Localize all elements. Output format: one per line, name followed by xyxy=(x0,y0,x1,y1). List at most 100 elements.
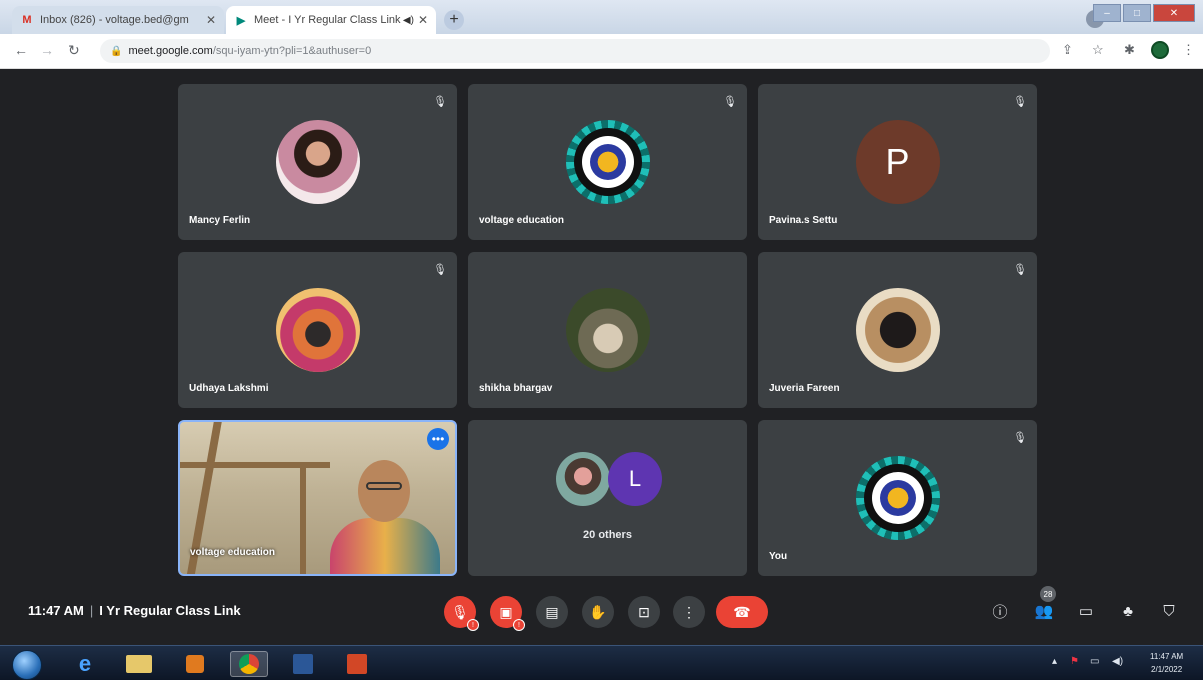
show-hidden-icons[interactable]: ▴ xyxy=(1052,656,1057,667)
share-icon[interactable]: ⇪ xyxy=(1062,42,1073,58)
voltage-logo-avatar xyxy=(855,456,940,540)
start-button[interactable] xyxy=(12,650,42,680)
media-player-icon[interactable] xyxy=(176,651,214,677)
network-icon[interactable]: ▭ xyxy=(1090,656,1099,667)
action-center-flag-icon[interactable]: ⚑ xyxy=(1070,656,1079,667)
participant-name: You xyxy=(769,551,788,562)
people-icon[interactable]: 👥 xyxy=(1033,600,1055,622)
address-bar[interactable]: 🔒 meet.google.com /squ-iyam-ytn?pli=1&au… xyxy=(100,39,1050,63)
tab-title: Inbox (826) - voltage.bed@gm xyxy=(40,14,189,26)
mic-off-icon: 🎙 xyxy=(451,603,469,620)
mic-muted-icon: 🎙 xyxy=(433,263,447,276)
more-options-button[interactable]: ⋮ xyxy=(673,596,705,628)
voltage-logo-avatar xyxy=(565,120,650,204)
meeting-details: 11:47 AM | I Yr Regular Class Link xyxy=(28,603,241,618)
window-controls: – □ ✕ xyxy=(1093,4,1195,22)
chat-icon[interactable]: ▭ xyxy=(1075,600,1097,622)
present-screen-icon: ⊡ xyxy=(638,603,650,620)
powerpoint-icon[interactable] xyxy=(338,651,376,677)
captions-icon: ▤ xyxy=(545,603,559,620)
avatar: P xyxy=(855,120,940,204)
mic-toggle-button[interactable]: 🎙 ! xyxy=(444,596,479,631)
system-clock[interactable]: 11:47 AM 2/1/2022 xyxy=(1150,650,1183,676)
more-options-icon[interactable]: ••• xyxy=(427,428,449,450)
browser-menu-icon[interactable]: ⋮ xyxy=(1182,42,1195,58)
warning-badge: ! xyxy=(467,619,479,631)
host-controls-icon[interactable]: ⛉ xyxy=(1158,600,1180,622)
word-icon[interactable] xyxy=(284,651,322,677)
tab-meet[interactable]: ▶ Meet - I Yr Regular Class Link ◀) ✕ xyxy=(226,6,436,34)
chrome-icon[interactable] xyxy=(230,651,268,677)
separator: | xyxy=(89,603,94,618)
avatar xyxy=(275,120,360,204)
browser-tab-strip: M Inbox (826) - voltage.bed@gm ✕ ▶ Meet … xyxy=(0,0,1203,34)
forward-icon[interactable]: → xyxy=(40,42,54,58)
participant-tile[interactable]: 🎙 Mancy Ferlin xyxy=(178,84,457,240)
meet-icon: ▶ xyxy=(236,14,246,27)
new-tab-button[interactable]: + xyxy=(444,10,464,30)
participant-name: Mancy Ferlin xyxy=(189,215,251,226)
file-explorer-icon[interactable] xyxy=(120,651,158,677)
close-tab-icon[interactable]: ✕ xyxy=(206,13,216,27)
camera-toggle-button[interactable]: ▣ ! xyxy=(490,596,525,631)
minimize-button[interactable]: – xyxy=(1093,4,1121,22)
gmail-icon: M xyxy=(22,14,32,26)
extensions-icon[interactable]: ✱ xyxy=(1124,42,1135,58)
raise-hand-button[interactable]: ✋ xyxy=(582,596,614,628)
participant-tile[interactable]: shikha bhargav xyxy=(468,252,747,408)
participant-name: Juveria Fareen xyxy=(769,383,840,394)
reload-icon[interactable]: ↻ xyxy=(68,42,80,59)
meeting-title: I Yr Regular Class Link xyxy=(99,603,241,618)
mic-muted-icon: 🎙 xyxy=(1013,263,1027,276)
others-tile[interactable] xyxy=(468,420,747,576)
clock-date: 2/1/2022 xyxy=(1151,665,1183,674)
participant-name: shikha bhargav xyxy=(479,383,553,394)
more-vert-icon: ⋮ xyxy=(682,603,696,620)
profile-avatar[interactable] xyxy=(1151,41,1169,59)
participant-count-badge: 28 xyxy=(1040,586,1056,602)
tab-gmail[interactable]: M Inbox (826) - voltage.bed@gm ✕ xyxy=(12,6,224,34)
participant-tile[interactable]: 🎙 voltage education xyxy=(468,84,747,240)
clock-time: 11:47 AM xyxy=(1150,652,1184,661)
camera-off-icon: ▣ xyxy=(499,603,513,620)
leave-call-button[interactable]: ☎ xyxy=(716,596,768,628)
avatar xyxy=(556,452,610,506)
participant-tile[interactable]: 🎙 You xyxy=(758,420,1037,576)
activities-icon[interactable]: ♣ xyxy=(1117,600,1139,622)
self-video-tile[interactable]: ••• voltage education xyxy=(178,420,457,576)
maximize-button[interactable]: □ xyxy=(1123,4,1151,22)
avatar: L xyxy=(608,452,662,506)
participant-tile[interactable]: 🎙 P Pavina.s Settu xyxy=(758,84,1037,240)
participant-name: Udhaya Lakshmi xyxy=(189,383,269,394)
close-window-button[interactable]: ✕ xyxy=(1153,4,1195,22)
meeting-time: 11:47 AM xyxy=(28,603,84,618)
tab-title: Meet - I Yr Regular Class Link xyxy=(254,14,401,26)
bookmark-star-icon[interactable]: ☆ xyxy=(1092,42,1104,58)
windows-taskbar: e ▴ ⚑ ▭ ◀) 11:47 AM 2/1/2022 xyxy=(0,645,1203,680)
mic-muted-icon: 🎙 xyxy=(723,95,737,108)
browser-toolbar: ← → ↻ 🔒 meet.google.com /squ-iyam-ytn?pl… xyxy=(0,34,1203,69)
url-host: meet.google.com xyxy=(128,45,213,57)
audio-playing-icon[interactable]: ◀) xyxy=(403,15,414,26)
captions-button[interactable]: ▤ xyxy=(536,596,568,628)
meeting-info-icon[interactable]: ⓘ xyxy=(989,600,1011,622)
avatar xyxy=(855,288,940,372)
participant-tile[interactable]: 🎙 Juveria Fareen xyxy=(758,252,1037,408)
avatar xyxy=(275,288,360,372)
phone-hangup-icon: ☎ xyxy=(733,603,751,620)
url-path: /squ-iyam-ytn?pli=1&authuser=0 xyxy=(212,45,372,57)
volume-icon[interactable]: ◀) xyxy=(1112,656,1123,667)
others-count-label: 20 others xyxy=(583,529,632,541)
participant-name: voltage education xyxy=(190,547,276,558)
lock-icon[interactable]: 🔒 xyxy=(110,46,122,57)
mic-muted-icon: 🎙 xyxy=(1013,431,1027,444)
present-button[interactable]: ⊡ xyxy=(628,596,660,628)
back-icon[interactable]: ← xyxy=(14,42,28,58)
warning-badge: ! xyxy=(513,619,525,631)
mic-muted-icon: 🎙 xyxy=(1013,95,1027,108)
hand-icon: ✋ xyxy=(589,603,607,620)
participant-tile[interactable]: 🎙 Udhaya Lakshmi xyxy=(178,252,457,408)
close-tab-icon[interactable]: ✕ xyxy=(418,13,428,27)
mic-muted-icon: 🎙 xyxy=(433,95,447,108)
internet-explorer-icon[interactable]: e xyxy=(66,651,104,677)
